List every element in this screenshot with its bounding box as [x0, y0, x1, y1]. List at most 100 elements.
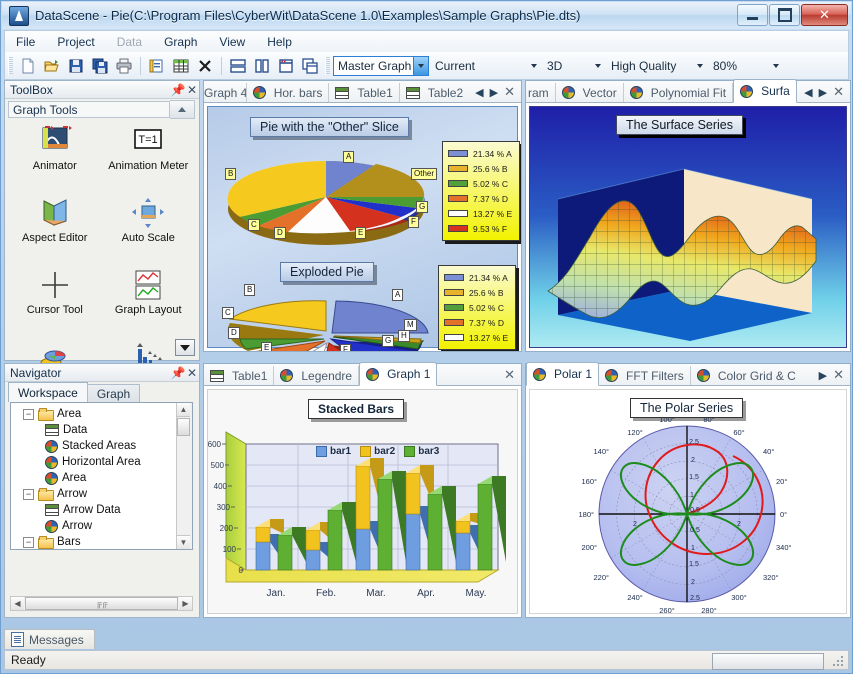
close-icon-2[interactable]: ✕	[185, 366, 199, 380]
tree-item-stacked-areas[interactable]: Stacked Areas	[15, 438, 181, 454]
bars-plot-surface[interactable]: Stacked Bars	[207, 389, 518, 614]
tab-table2[interactable]: Table2	[400, 83, 469, 102]
tab-close-icon[interactable]: ✕	[504, 367, 515, 383]
menu-help[interactable]: Help	[256, 32, 303, 52]
toolbox-more-button[interactable]	[175, 339, 195, 356]
tab-close-icon[interactable]: ✕	[504, 84, 515, 100]
expander-icon-2[interactable]: −	[23, 489, 34, 500]
chevron-down-icon-2[interactable]	[526, 57, 541, 75]
tab-table1[interactable]: Table1	[329, 83, 399, 102]
dimension-combo[interactable]: 3D	[543, 56, 605, 76]
minimize-button[interactable]	[737, 4, 768, 26]
tab-messages[interactable]: Messages	[4, 629, 95, 649]
pie-plot-surface[interactable]: Pie with the "Other" Slice	[207, 106, 518, 348]
tab-polar-1[interactable]: Polar 1	[526, 362, 599, 386]
tool-animation-meter[interactable]: T=1 Animation Meter	[102, 119, 196, 191]
scroll-up-button[interactable]	[170, 100, 195, 119]
menu-project[interactable]: Project	[46, 32, 105, 52]
zoom-combo[interactable]: 80%	[709, 56, 783, 76]
quality-combo[interactable]: High Quality	[607, 56, 707, 76]
pie-2-legend: 21.34 % A 25.6 % B 5.02 % C 7.37 % D 13.…	[438, 265, 516, 350]
chevron-down-icon-5[interactable]	[768, 57, 783, 75]
tab-workspace[interactable]: Workspace	[8, 382, 88, 402]
pin-icon[interactable]: 📌	[171, 83, 185, 97]
graph-state-combo[interactable]: Current	[431, 56, 541, 76]
tab-fft-filters[interactable]: FFT Filters	[599, 366, 691, 385]
scroll-up-arrow[interactable]: ▲	[177, 403, 190, 417]
tree-item-arrow[interactable]: Arrow	[15, 518, 181, 534]
polar-plot-surface[interactable]: The Polar Series	[529, 389, 847, 614]
tab-polynomial-fit[interactable]: Polynomial Fit	[624, 83, 733, 102]
tool-graph-layout[interactable]: Graph Layout	[102, 263, 196, 335]
resize-grip[interactable]	[832, 655, 844, 667]
tab-graph[interactable]: Graph	[87, 384, 140, 402]
maximize-button[interactable]	[769, 4, 800, 26]
tab-close-icon[interactable]: ✕	[833, 367, 844, 383]
tab-vector[interactable]: Vector	[556, 83, 624, 102]
tree-item-horizontal-area[interactable]: Horizontal Area	[15, 454, 181, 470]
menu-graph[interactable]: Graph	[153, 32, 208, 52]
tool-auto-scale[interactable]: Auto Scale	[102, 191, 196, 263]
table-icon[interactable]	[170, 55, 192, 77]
tree-item-arrow-folder[interactable]: − Arrow	[15, 486, 181, 502]
arrange-windows-icon[interactable]	[299, 55, 321, 77]
properties-icon[interactable]	[146, 55, 168, 77]
tab-prev-icon[interactable]: ◀	[475, 86, 483, 99]
menu-view[interactable]: View	[208, 32, 256, 52]
tool-aspect-editor[interactable]: Aspect Editor	[8, 191, 102, 263]
tool-animator[interactable]: Animator	[8, 119, 102, 191]
tree-item-arrow-data[interactable]: Arrow Data	[15, 502, 181, 518]
menu-file[interactable]: File	[5, 32, 46, 52]
scroll-right-arrow[interactable]: ▶	[179, 597, 192, 610]
scroll-thumb[interactable]	[177, 418, 190, 436]
tree-item-area-folder[interactable]: − Area	[15, 406, 181, 422]
graph-icon	[605, 369, 618, 382]
save-all-icon[interactable]	[89, 55, 111, 77]
tab-next-icon[interactable]: ▶	[490, 86, 498, 99]
svg-text:20°: 20°	[776, 477, 787, 486]
tab-next-icon[interactable]: ▶	[819, 369, 827, 382]
tab-graph-1[interactable]: Graph 1	[359, 362, 437, 386]
graph-scope-combo[interactable]: Master Graph	[333, 56, 429, 76]
graph-icon	[45, 440, 58, 453]
tab-hor-bars[interactable]: Hor. bars	[247, 83, 330, 102]
save-icon[interactable]	[65, 55, 87, 77]
tab-histogram[interactable]: ram	[526, 83, 556, 102]
chevron-down-icon[interactable]	[413, 57, 428, 75]
expander-icon[interactable]: −	[23, 409, 34, 420]
tab-color-grid[interactable]: Color Grid & C	[691, 366, 802, 385]
tab-table1-bars[interactable]: Table1	[204, 366, 274, 385]
scroll-left-arrow[interactable]: ◀	[11, 597, 24, 610]
hscroll-thumb[interactable]: ╔╔	[25, 597, 178, 610]
scroll-down-arrow[interactable]: ▼	[177, 535, 190, 549]
tab-next-icon[interactable]: ▶	[819, 86, 827, 99]
tile-horizontal-icon[interactable]	[227, 55, 249, 77]
tab-prev-icon[interactable]: ◀	[804, 86, 812, 99]
tree-horizontal-scrollbar[interactable]: ◀ ╔╔ ▶	[10, 596, 193, 611]
tool-cursor[interactable]: Cursor Tool	[8, 263, 102, 335]
expander-icon-3[interactable]: −	[23, 537, 34, 548]
open-folder-icon[interactable]	[41, 55, 63, 77]
tile-vertical-icon[interactable]	[251, 55, 273, 77]
surface-plot-surface[interactable]: The Surface Series	[529, 106, 847, 348]
tree-item-bars-folder[interactable]: − Bars	[15, 534, 181, 550]
toolbar-grip[interactable]	[8, 57, 13, 75]
chevron-down-icon-4[interactable]	[692, 57, 707, 75]
tab-close-icon[interactable]: ✕	[833, 84, 844, 100]
workspace-tree[interactable]: − Area Data Stacked Areas Hor	[10, 402, 193, 550]
cascade-icon[interactable]	[275, 55, 297, 77]
print-icon[interactable]	[113, 55, 135, 77]
tab-legendre[interactable]: Legendre	[274, 366, 359, 385]
tab-graph-4[interactable]: Graph 4	[204, 83, 247, 102]
close-button[interactable]: ✕	[801, 4, 848, 26]
tab-surface[interactable]: Surfa	[733, 79, 797, 103]
tree-item-area[interactable]: Area	[15, 470, 181, 486]
tree-vertical-scrollbar[interactable]: ▲ ▼	[176, 403, 192, 549]
tree-item-data[interactable]: Data	[15, 422, 181, 438]
delete-icon[interactable]	[194, 55, 216, 77]
new-file-icon[interactable]	[17, 55, 39, 77]
pin-icon-2[interactable]: 📌	[171, 366, 185, 380]
close-icon[interactable]: ✕	[185, 83, 199, 97]
chevron-down-icon-3[interactable]	[590, 57, 605, 75]
toolbar-grip-2[interactable]	[325, 57, 330, 75]
